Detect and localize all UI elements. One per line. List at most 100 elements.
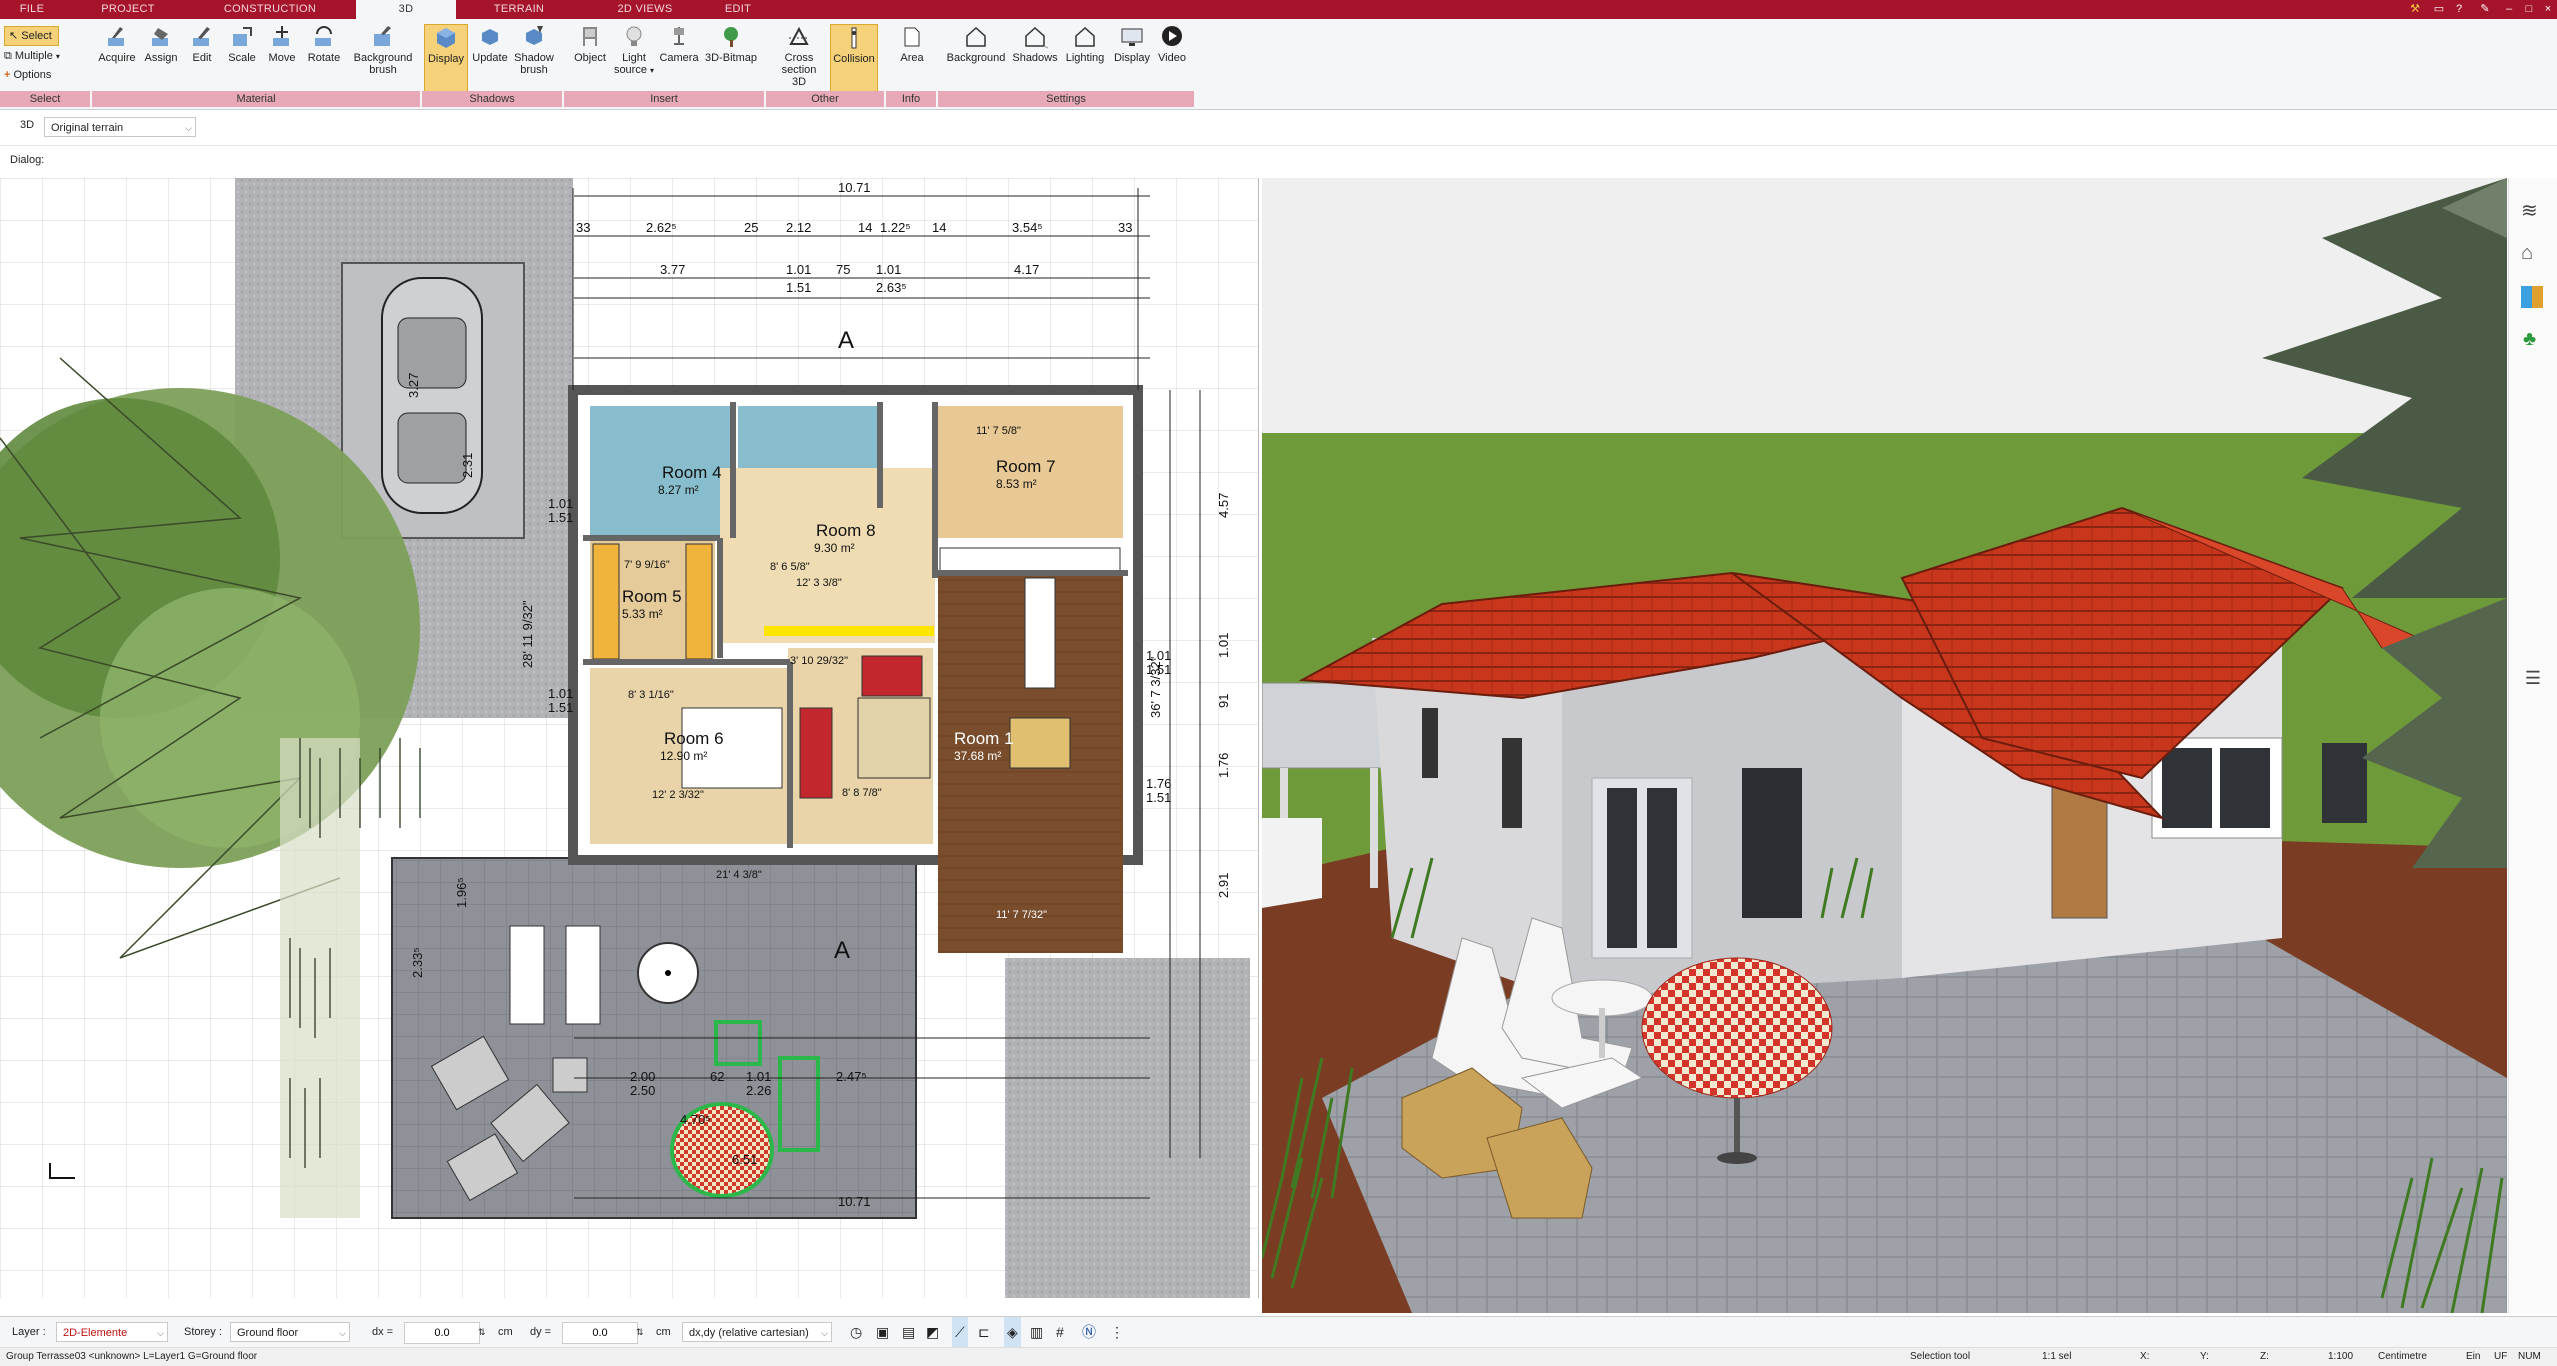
tab-2d-views[interactable]: 2D VIEWS [600,0,690,19]
coordinate-mode-select[interactable]: dx,dy (relative cartesian) ⌵ [682,1322,832,1342]
menu-icon[interactable]: ☰ [2509,668,2557,690]
room-8-name: Room 8 [816,521,876,540]
x-coordinate-label: X: [2140,1351,2150,1362]
selection-info: Group Terrasse03 <unknown> L=Layer1 G=Gr… [6,1351,258,1362]
lightbulb-icon [626,26,642,46]
imp-3: 7' 9 9/16" [624,559,670,571]
dim-side-2: 91 [1216,694,1231,708]
materials-icon[interactable] [2521,286,2543,308]
dim-row2-0: 3.77 [660,262,685,277]
dy-label: dy = [530,1326,552,1338]
z-coordinate-label: Z: [2260,1351,2269,1362]
layers-icon[interactable]: ≋ [2521,198,2538,223]
dim-side-0: 4.57 [1216,493,1231,518]
mode-label: 3D [20,119,35,131]
floor-plan-view[interactable]: 10.71 33 2.62⁵ 25 2.12 14 1.22⁵ 14 3.54⁵… [0,178,1259,1298]
room-4-area: 8.27 m² [658,483,699,497]
shadow-brush-icon [526,26,543,45]
storey-select[interactable]: Ground floor ⌵ [230,1322,350,1342]
more-icon[interactable]: ⋮ [1110,1317,1124,1347]
grid-icon[interactable]: # [1056,1317,1064,1347]
tab-edit[interactable]: EDIT [710,0,766,19]
snap-icon[interactable]: ▣ [876,1317,889,1347]
input-status-bar: Layer : 2D-Elemente ⌵ Storey : Ground flo… [0,1316,2557,1347]
chevron-down-icon: ⌵ [339,1328,346,1338]
room-8-floor [720,468,935,643]
play-icon [1162,26,1182,46]
dim-sideb-4: 1.76 [1146,776,1171,791]
dim-row2-1: 1.01 [786,262,811,277]
room-7-name: Room 7 [996,457,1056,476]
cross-section-icon [789,26,809,45]
3d-scene-canvas [1262,178,2507,1313]
group-info-label: Info [886,91,936,107]
cursor-icon: ↖ [9,30,19,42]
dim-row1-2: 25 [744,220,758,235]
dim-terrace-6: 6.51 [732,1152,757,1167]
dim-side-4: 2.91 [1216,873,1231,898]
layer-select[interactable]: 2D-Elemente ⌵ [56,1322,168,1342]
group-other-label: Other [766,91,884,107]
ein-indicator: Ein [2466,1351,2481,1362]
tab-3d[interactable]: 3D [356,0,456,19]
background-brush-icon [374,26,391,46]
imp-1: 8' 6 5/8" [770,561,810,573]
dim-row2b-0: 1.51 [786,280,811,295]
section-marker-bottom: A [834,937,850,964]
dim-misc-1: 1.96⁵ [454,877,469,908]
plants-icon[interactable]: ♣ [2523,328,2536,351]
dim-terrace-7: 4.70⁵ [680,1112,711,1127]
dy-stepper-icon[interactable]: ⇅ [636,1317,644,1347]
dim-terrace-5: 2.47⁵ [836,1069,867,1084]
close-icon[interactable]: × [2541,2,2555,16]
dim-row2-2: 75 [836,262,850,277]
select-button[interactable]: ↖ Select [4,26,59,46]
chevron-down-icon: ▾ [650,66,655,75]
dim-row1-1: 2.62⁵ [646,220,677,235]
parasol-3d [1641,957,1833,1099]
direction-icon[interactable]: ◈ [1004,1317,1021,1347]
dialog-bar: Dialog: [0,146,2557,176]
clock-icon[interactable]: ◷ [850,1317,862,1347]
tab-construction[interactable]: CONSTRUCTION [200,0,340,19]
color-icon[interactable]: ◩ [926,1317,939,1347]
chevron-down-icon: ⌵ [185,123,192,133]
measure-icon[interactable]: ⊏ [978,1317,990,1347]
terrain-select[interactable]: Original terrain ⌵ [44,117,196,137]
ortho-icon[interactable]: ▤ [902,1317,915,1347]
settings-icon[interactable]: ✎ [2478,2,2492,16]
folder-icon[interactable]: ▭ [2432,2,2446,16]
dx-input[interactable] [404,1322,480,1344]
minimize-icon[interactable]: – [2502,2,2516,16]
dim-misc-10b: 1.51 [548,700,573,715]
room-5-name: Room 5 [622,587,682,606]
dim-top-total: 10.71 [838,180,871,195]
area-icon [904,27,920,47]
right-toolbar: ≋ ⌂ ♣ ☰ [2508,178,2557,1313]
3d-view[interactable] [1262,178,2507,1313]
tools-icon[interactable]: ⚒ [2408,2,2422,16]
dim-misc-9b: 1.01 [548,686,573,701]
dy-input[interactable] [562,1322,638,1344]
hatch-icon[interactable]: ▥ [1030,1317,1043,1347]
dim-terrace-0: 2.00 [630,1069,655,1084]
imp-2: 12' 3 3/8" [796,577,842,589]
room-4-name: Room 4 [662,463,722,482]
dim-terrace-4: 2.26 [746,1083,771,1098]
eyedropper-icon [108,27,124,46]
chair-icon [583,27,597,46]
tab-project[interactable]: PROJECT [90,0,166,19]
imp-8: 3' 10 29/32" [790,655,848,667]
help-icon[interactable]: ? [2452,2,2466,16]
maximize-icon[interactable]: □ [2522,2,2536,16]
north-icon[interactable]: Ⓝ [1082,1317,1096,1347]
angle-icon[interactable]: ⟋ [952,1317,968,1347]
view-toolbar: 3D Original terrain ⌵ [0,110,2557,146]
dx-stepper-icon[interactable]: ⇅ [478,1317,486,1347]
tab-file[interactable]: FILE [8,0,56,19]
num-indicator: NUM [2518,1351,2541,1362]
options-button[interactable]: + Options [4,66,51,84]
furniture-icon[interactable]: ⌂ [2521,242,2533,265]
multiple-button[interactable]: ⧉ Multiple ▾ [4,47,60,65]
tab-terrain[interactable]: TERRAIN [472,0,566,19]
